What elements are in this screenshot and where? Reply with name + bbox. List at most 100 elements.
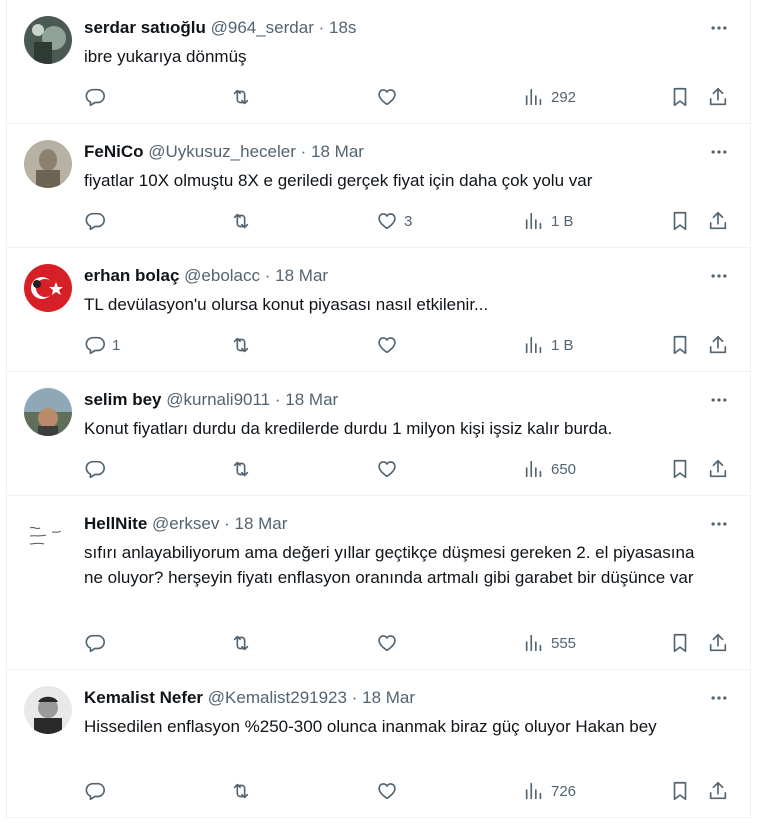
user-handle[interactable]: @kurnali9011 <box>166 390 270 409</box>
avatar[interactable] <box>24 686 72 734</box>
avatar[interactable] <box>24 16 72 64</box>
like-count: 3 <box>404 212 413 230</box>
retweet-icon <box>233 635 249 651</box>
share-button[interactable] <box>707 210 729 232</box>
tweet-text: fiyatlar 10X olmuştu 8X e geriledi gerçe… <box>84 171 593 190</box>
views-button[interactable]: 292 <box>523 86 576 108</box>
tweet-header: erhan bolaç @ebolacc · 18 Mar <box>84 265 328 287</box>
bookmark-button[interactable] <box>669 86 691 108</box>
retweet-button[interactable] <box>230 334 258 356</box>
like-button[interactable] <box>376 780 404 802</box>
views-button[interactable]: 726 <box>523 780 576 802</box>
like-button[interactable] <box>376 458 404 480</box>
reply-icon <box>85 460 105 479</box>
like-button[interactable]: 3 <box>376 210 412 232</box>
heart-icon <box>378 89 396 106</box>
display-name[interactable]: serdar satıoğlu <box>84 18 206 37</box>
user-handle[interactable]: @964_serdar <box>211 18 314 37</box>
display-name[interactable]: FeNiCo <box>84 142 144 161</box>
bookmark-button[interactable] <box>669 458 691 480</box>
share-button[interactable] <box>707 780 729 802</box>
tweet[interactable]: erhan bolaç @ebolacc · 18 Mar TL devülas… <box>7 248 750 372</box>
bookmark-button[interactable] <box>669 210 691 232</box>
tweet[interactable]: serdar satıoğlu @964_serdar · 18s ibre y… <box>7 0 750 124</box>
user-handle[interactable]: @erksev <box>152 514 219 533</box>
share-button[interactable] <box>707 86 729 108</box>
bookmark-icon <box>673 459 687 479</box>
tweet[interactable]: FeNiCo @Uykusuz_heceler · 18 Mar fiyatla… <box>7 124 750 248</box>
user-handle[interactable]: @Kemalist291923 <box>208 688 347 707</box>
retweet-button[interactable] <box>230 458 258 480</box>
views-button[interactable]: 1 B <box>523 210 574 232</box>
views-chart-icon <box>525 88 542 106</box>
retweet-icon <box>233 783 249 799</box>
bookmark-icon <box>673 87 687 107</box>
share-button[interactable] <box>707 632 729 654</box>
share-button[interactable] <box>707 334 729 356</box>
avatar[interactable] <box>24 140 72 188</box>
share-button[interactable] <box>707 458 729 480</box>
reply-feed: serdar satıoğlu @964_serdar · 18s ibre y… <box>6 0 751 818</box>
views-chart-icon <box>525 782 542 800</box>
more-dots-icon[interactable] <box>708 391 730 409</box>
reply-button[interactable] <box>84 632 112 654</box>
action-bar: 292 <box>84 86 734 108</box>
user-handle[interactable]: @ebolacc <box>184 266 260 285</box>
like-button[interactable] <box>376 334 404 356</box>
retweet-button[interactable] <box>230 632 258 654</box>
bookmark-button[interactable] <box>669 632 691 654</box>
avatar[interactable] <box>24 388 72 436</box>
bookmark-icon <box>673 335 687 355</box>
views-button[interactable]: 1 B <box>523 334 574 356</box>
tweet[interactable]: Kemalist Nefer @Kemalist291923 · 18 Mar … <box>7 670 750 818</box>
display-name[interactable]: HellNite <box>84 514 147 533</box>
user-handle[interactable]: @Uykusuz_heceler <box>148 142 296 161</box>
display-name[interactable]: selim bey <box>84 390 162 409</box>
tweet-text: sıfırı anlayabiliyorum ama değeri yıllar… <box>84 543 695 587</box>
tweet-header: FeNiCo @Uykusuz_heceler · 18 Mar <box>84 141 364 163</box>
share-icon <box>709 459 727 478</box>
views-count: 1 B <box>551 212 574 230</box>
display-name[interactable]: Kemalist Nefer <box>84 688 203 707</box>
heart-icon <box>378 783 396 800</box>
views-chart-icon <box>525 212 542 230</box>
reply-button[interactable] <box>84 210 112 232</box>
action-bar: 555 <box>84 632 734 654</box>
reply-button[interactable] <box>84 780 112 802</box>
bookmark-button[interactable] <box>669 780 691 802</box>
more-dots-icon[interactable] <box>708 267 730 285</box>
timestamp[interactable]: 18 Mar <box>235 514 288 533</box>
heart-icon <box>378 337 396 354</box>
timestamp[interactable]: 18 Mar <box>311 142 364 161</box>
retweet-button[interactable] <box>230 86 258 108</box>
separator-dot: · <box>274 390 281 409</box>
tweet-header: selim bey @kurnali9011 · 18 Mar <box>84 389 338 411</box>
reply-button[interactable] <box>84 86 112 108</box>
more-dots-icon[interactable] <box>708 19 730 37</box>
avatar[interactable] <box>24 512 72 560</box>
timestamp[interactable]: 18 Mar <box>285 390 338 409</box>
retweet-button[interactable] <box>230 210 258 232</box>
display-name[interactable]: erhan bolaç <box>84 266 179 285</box>
more-dots-icon[interactable] <box>708 689 730 707</box>
like-button[interactable] <box>376 632 404 654</box>
tweet[interactable]: selim bey @kurnali9011 · 18 Mar Konut fi… <box>7 372 750 496</box>
timestamp[interactable]: 18 Mar <box>275 266 328 285</box>
avatar[interactable] <box>24 264 72 312</box>
like-button[interactable] <box>376 86 404 108</box>
heart-icon <box>378 461 396 478</box>
more-dots-icon[interactable] <box>708 515 730 533</box>
timestamp[interactable]: 18s <box>329 18 356 37</box>
views-button[interactable]: 650 <box>523 458 576 480</box>
bookmark-button[interactable] <box>669 334 691 356</box>
action-bar: 726 <box>84 780 734 802</box>
reply-button[interactable]: 1 <box>84 334 120 356</box>
reply-icon <box>85 782 105 801</box>
retweet-button[interactable] <box>230 780 258 802</box>
more-dots-icon[interactable] <box>708 143 730 161</box>
reply-button[interactable] <box>84 458 112 480</box>
tweet[interactable]: HellNite @erksev · 18 Mar sıfırı anlayab… <box>7 496 750 670</box>
views-button[interactable]: 555 <box>523 632 576 654</box>
separator-dot: · <box>300 142 307 161</box>
timestamp[interactable]: 18 Mar <box>362 688 415 707</box>
